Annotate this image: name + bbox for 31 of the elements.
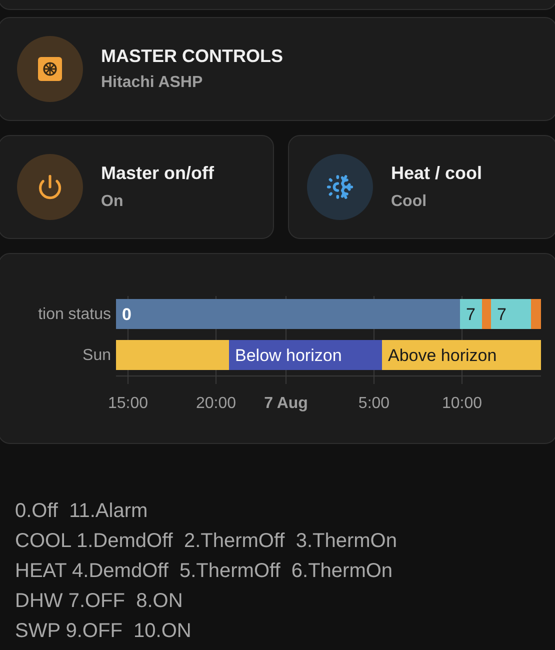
segment-label: Above horizon (388, 346, 497, 365)
tile-name: Master on/off (101, 162, 214, 184)
tile[interactable]: Master on/off On (0, 135, 274, 239)
sun-snow-icon (326, 173, 354, 201)
fan-unit-icon (37, 56, 63, 82)
card-subtitle: Hitachi ASHP (101, 73, 204, 94)
tile-state: On (101, 192, 124, 212)
legend-line: COOL 1.DemdOff 2.ThermOff 3.ThermOn (15, 529, 398, 554)
segment-label: Below horizon (235, 346, 342, 365)
segment-label: 7 (466, 305, 476, 324)
timeline-segment[interactable] (382, 340, 541, 370)
row-label: tion status (38, 306, 111, 323)
card-title: MASTER CONTROLS (101, 44, 283, 68)
timeline-segment[interactable] (229, 340, 382, 370)
axis-tick-label: 5:00 (358, 395, 390, 412)
row-label: Sun (82, 347, 111, 364)
legend-line: HEAT 4.DemdOff 5.ThermOff 6.ThermOn (15, 559, 394, 584)
power-icon (37, 174, 63, 200)
tile-name: Heat / cool (391, 162, 482, 184)
axis-tick-label: 10:00 (442, 395, 482, 412)
legend-line: 0.Off 11.Alarm (15, 499, 149, 524)
legend-line: SWP 9.OFF 10.ON (15, 619, 192, 644)
tile[interactable]: Heat / cool Cool (288, 135, 555, 239)
tile-state: Cool (391, 192, 428, 212)
axis-tick-label: 20:00 (196, 395, 236, 412)
axis-tick-label: 15:00 (108, 395, 148, 412)
segment-label: 0 (122, 305, 132, 324)
legend-line: DHW 7.OFF 8.ON (15, 589, 184, 614)
segment-label: 7 (497, 305, 506, 324)
axis-tick-label: 7 Aug (264, 395, 308, 412)
timeline-segment[interactable] (460, 299, 482, 329)
